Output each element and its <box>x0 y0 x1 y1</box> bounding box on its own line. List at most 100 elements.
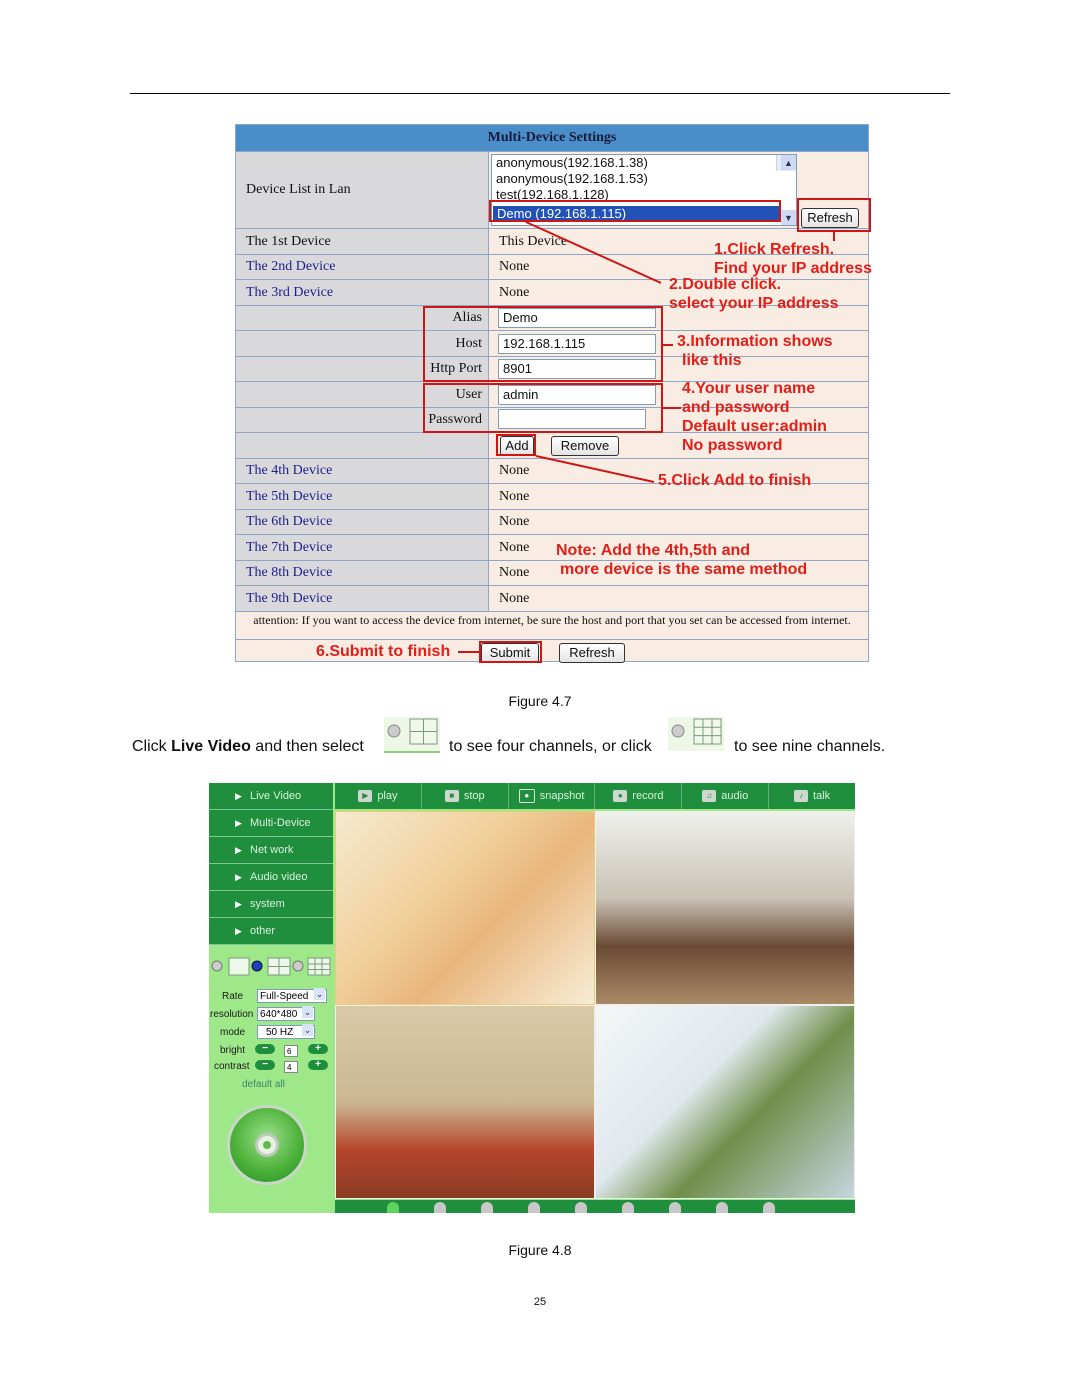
channel-indicator-1[interactable] <box>387 1202 399 1213</box>
device-value: None <box>499 590 530 606</box>
highlight-submit <box>479 641 542 663</box>
list-scrollbar[interactable]: ▲ ▼ <box>776 155 796 225</box>
four-channel-layout-icon <box>384 717 440 753</box>
device-list-label: Device List in Lan <box>236 152 489 228</box>
remove-button[interactable]: Remove <box>551 436 619 456</box>
device-link[interactable]: The 6th Device <box>236 510 489 534</box>
channel-indicator-7[interactable] <box>669 1202 681 1213</box>
rate-select[interactable]: Full-Speed <box>257 988 327 1003</box>
layout-selector[interactable] <box>211 956 333 978</box>
figure-caption: Figure 4.8 <box>508 1242 572 1258</box>
multi-device-settings-screenshot: Multi-Device Settings Device List in Lan… <box>235 124 872 663</box>
play-icon: ▶ <box>358 790 373 802</box>
live-video-screenshot: Live Video Multi-Device Net work Audio v… <box>209 783 855 1213</box>
contrast-minus-button[interactable]: − <box>255 1060 275 1070</box>
sidebar-item-system[interactable]: system <box>209 891 333 918</box>
default-all-link[interactable]: default all <box>242 1079 285 1090</box>
mode-select[interactable]: 50 HZ <box>257 1024 315 1039</box>
list-item[interactable]: anonymous(192.168.1.53) <box>492 171 796 187</box>
annotation-step2: 2.Double click. select your IP address <box>669 276 839 312</box>
device-link[interactable]: The 9th Device <box>236 586 489 611</box>
annotation-note: Note: Add the 4th,5th and more device is … <box>556 542 808 578</box>
channel-bar <box>335 1200 855 1213</box>
channel-indicator-6[interactable] <box>622 1202 634 1213</box>
channel-indicator-2[interactable] <box>434 1202 446 1213</box>
highlight-refresh <box>797 198 871 232</box>
ptz-control-wheel[interactable] <box>227 1105 307 1185</box>
table-row: The 9th Device None <box>236 585 868 611</box>
device-link[interactable]: The 8th Device <box>236 561 489 585</box>
nine-layout-icon[interactable] <box>307 957 331 976</box>
empty-cell <box>236 433 489 458</box>
sidebar-item-audio-video[interactable]: Audio video <box>209 864 333 891</box>
channel-indicator-8[interactable] <box>716 1202 728 1213</box>
sidebar-item-live-video[interactable]: Live Video <box>209 783 333 810</box>
nine-channel-layout-icon <box>668 717 724 751</box>
device-link[interactable]: The 5th Device <box>236 484 489 509</box>
refresh-button[interactable]: Refresh <box>559 643 625 663</box>
video-channel-3[interactable] <box>335 1005 595 1199</box>
annotation-step3: 3.Information shows like this <box>677 333 833 369</box>
resolution-select[interactable]: 640*480 <box>257 1006 315 1021</box>
bright-value[interactable]: 6 <box>284 1045 298 1057</box>
scroll-up-icon[interactable]: ▲ <box>781 155 796 170</box>
annotation-step1: 1.Click Refresh. Find your IP address <box>714 241 872 277</box>
highlight-info <box>423 306 663 382</box>
device-link[interactable]: The 4th Device <box>236 459 489 483</box>
audio-button[interactable]: ♫ audio <box>682 783 770 809</box>
device-link[interactable]: The 3rd Device <box>236 280 489 305</box>
toolbar: ▶ play ■ stop ● snapshot ● record ♫ audio ♪ ta… <box>335 783 855 809</box>
talk-button[interactable]: ♪ talk <box>769 783 855 809</box>
contrast-label: contrast <box>214 1061 250 1072</box>
instruction-text-2: to see four channels, or click <box>449 738 652 755</box>
device-link[interactable]: The 7th Device <box>236 535 489 560</box>
record-icon: ● <box>613 790 628 802</box>
scroll-down-icon[interactable]: ▼ <box>781 210 796 225</box>
snapshot-button[interactable]: ● snapshot <box>509 783 596 809</box>
sidebar: Live Video Multi-Device Net work Audio v… <box>209 783 333 945</box>
highlight-add <box>496 434 536 456</box>
table-row: The 6th Device None <box>236 509 868 534</box>
instruction-text-3: to see nine channels. <box>734 738 886 755</box>
bright-plus-button[interactable]: + <box>308 1044 328 1054</box>
ptz-center-icon[interactable] <box>255 1133 279 1157</box>
sidebar-item-multi-device[interactable]: Multi-Device <box>209 810 333 837</box>
list-item[interactable]: anonymous(192.168.1.38) <box>492 155 796 171</box>
rate-label: Rate <box>222 991 244 1002</box>
sidebar-item-network[interactable]: Net work <box>209 837 333 864</box>
contrast-plus-button[interactable]: + <box>308 1060 328 1070</box>
highlight-selected-device <box>489 200 781 222</box>
radio-four[interactable] <box>251 960 263 972</box>
bright-minus-button[interactable]: − <box>255 1044 275 1054</box>
radio-nine[interactable] <box>292 960 304 972</box>
record-button[interactable]: ● record <box>595 783 683 809</box>
snapshot-icon: ● <box>518 789 535 803</box>
device-value: None <box>499 514 530 529</box>
resolution-label: resolution <box>210 1009 254 1020</box>
annotation-step4: 4.Your user name and password Default user… <box>682 380 827 454</box>
stop-icon: ■ <box>444 790 459 802</box>
contrast-value[interactable]: 4 <box>284 1061 298 1073</box>
video-channel-2[interactable] <box>595 811 855 1005</box>
channel-indicator-9[interactable] <box>763 1202 775 1213</box>
video-grid <box>335 811 855 1199</box>
play-button[interactable]: ▶ play <box>335 783 422 809</box>
device-link[interactable]: The 2nd Device <box>236 255 489 279</box>
video-channel-4[interactable] <box>595 1005 855 1199</box>
highlight-credentials <box>423 383 663 433</box>
channel-indicator-3[interactable] <box>481 1202 493 1213</box>
instruction-text-1: Click Live Video and then select <box>132 738 364 755</box>
device-label: The 1st Device <box>236 229 489 254</box>
stop-button[interactable]: ■ stop <box>422 783 509 809</box>
microphone-icon: ♪ <box>793 790 808 802</box>
video-channel-1[interactable] <box>335 811 595 1005</box>
audio-icon: ♫ <box>702 790 717 802</box>
sidebar-item-other[interactable]: other <box>209 918 333 945</box>
channel-indicator-4[interactable] <box>528 1202 540 1213</box>
attention-text: attention: If you want to access the dev… <box>253 613 851 627</box>
single-layout-icon[interactable] <box>228 957 250 976</box>
radio-single[interactable] <box>211 960 223 972</box>
settings-title: Multi-Device Settings <box>236 125 868 151</box>
channel-indicator-5[interactable] <box>575 1202 587 1213</box>
annotation-step6: 6.Submit to finish <box>316 643 451 660</box>
